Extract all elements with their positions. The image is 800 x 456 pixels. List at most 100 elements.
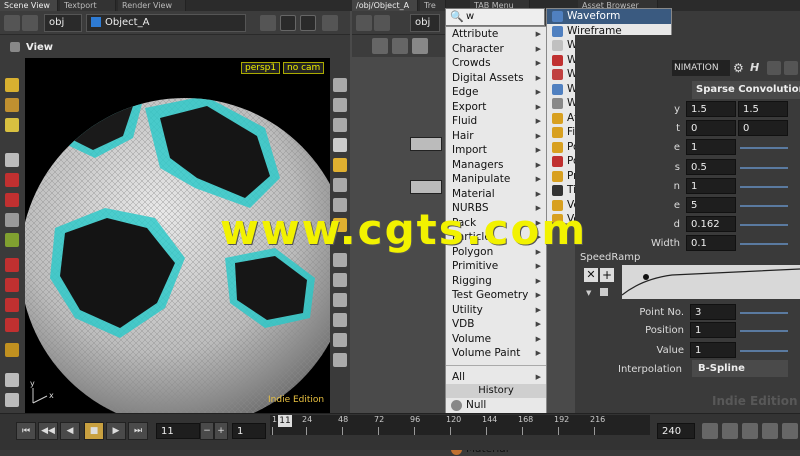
forward-arrow-icon[interactable]	[22, 15, 38, 31]
no-cam-menu[interactable]: no cam	[283, 62, 324, 74]
back-arrow-icon[interactable]	[4, 15, 20, 31]
sphere-shade-icon[interactable]	[333, 138, 347, 152]
menu-item-category[interactable]: Pack▶	[446, 216, 546, 231]
menu-item-category[interactable]: Character▶	[446, 42, 546, 57]
play-reverse-button[interactable]: ◀	[60, 422, 80, 440]
points-icon[interactable]	[333, 253, 347, 267]
menu-item-category[interactable]: Digital Assets▶	[446, 71, 546, 86]
scale-icon[interactable]	[5, 213, 19, 227]
settings-icon[interactable]	[782, 423, 798, 439]
tab-tree[interactable]: Tre	[420, 0, 446, 11]
menu-item-category[interactable]: Polygon▶	[446, 245, 546, 260]
param-field[interactable]: 0.162	[686, 216, 736, 232]
link-icon[interactable]	[280, 15, 296, 31]
menu-item-category[interactable]: VDB▶	[446, 317, 546, 332]
step-back-button[interactable]: ◀◀	[38, 422, 58, 440]
param-field-2[interactable]: 1.5	[738, 101, 788, 117]
tab-render-view[interactable]: Render View	[118, 0, 186, 11]
ghost-icon[interactable]	[333, 218, 347, 232]
curve-snap-icon[interactable]	[5, 298, 19, 312]
stop-button[interactable]: ■	[84, 422, 104, 440]
timeline-ruler[interactable]: 124487296120144168192216 11	[270, 415, 650, 435]
prim-icon[interactable]	[333, 353, 347, 367]
reset-icon[interactable]	[784, 61, 798, 75]
menu-item-category[interactable]: Manipulate▶	[446, 172, 546, 187]
normals-icon[interactable]	[333, 273, 347, 287]
point-no-slider[interactable]	[740, 312, 788, 314]
grid-snap-icon[interactable]	[5, 278, 19, 292]
lock-icon[interactable]	[333, 98, 347, 112]
pointer-icon[interactable]	[5, 153, 19, 167]
scope-icon[interactable]	[722, 423, 738, 439]
ramp-editor[interactable]	[622, 265, 800, 299]
param-field[interactable]: 0	[686, 120, 736, 136]
context-path[interactable]: obj	[44, 14, 82, 32]
param-field[interactable]: 0.5	[686, 159, 736, 175]
snap-icon[interactable]	[5, 258, 19, 272]
net-forward-icon[interactable]	[374, 15, 390, 31]
frame-field[interactable]: 11	[156, 423, 200, 439]
render-icon[interactable]	[5, 393, 19, 407]
handle-tool-icon[interactable]	[5, 118, 19, 132]
position-slider[interactable]	[740, 330, 788, 332]
eye-icon[interactable]	[333, 198, 347, 212]
param-slider[interactable]	[740, 224, 788, 226]
jump-start-button[interactable]: ⏮	[16, 422, 36, 440]
param-slider[interactable]	[740, 205, 788, 207]
add-point-icon[interactable]: +	[600, 268, 614, 282]
menu-item-all[interactable]: All▶	[446, 370, 546, 385]
start-frame-field[interactable]: 1	[232, 423, 266, 439]
net-context-path[interactable]: obj	[410, 14, 440, 32]
frame-increment-button[interactable]: +	[214, 422, 228, 440]
interpolation-menu[interactable]: B-Spline	[692, 360, 788, 377]
key-icon[interactable]	[702, 423, 718, 439]
transform-icon[interactable]	[5, 173, 19, 187]
jump-end-button[interactable]: ⏭	[128, 422, 148, 440]
network-node[interactable]	[410, 180, 442, 194]
split-icon[interactable]	[300, 15, 316, 31]
param-field[interactable]: 5	[686, 197, 736, 213]
param-slider[interactable]	[740, 243, 788, 245]
param-slider[interactable]	[740, 167, 788, 169]
help-icon[interactable]: H	[750, 61, 764, 75]
menu-item-category[interactable]: Attribute▶	[446, 27, 546, 42]
menu-item-category[interactable]: Volume Paint▶	[446, 346, 546, 361]
gear-icon[interactable]: ⚙	[733, 61, 747, 75]
menu-item-category[interactable]: Volume▶	[446, 332, 546, 347]
play-button[interactable]: ▶	[106, 422, 126, 440]
tab-textport[interactable]: Textport	[60, 0, 116, 11]
add-node-icon[interactable]	[372, 38, 388, 54]
ramp-dropdown-icon[interactable]: ▼	[586, 289, 594, 295]
ramp-options-icon[interactable]	[600, 288, 608, 296]
grid-view-icon[interactable]	[412, 38, 428, 54]
audio-icon[interactable]	[762, 423, 778, 439]
face-icon[interactable]	[333, 333, 347, 347]
position-field[interactable]: 1	[690, 322, 736, 338]
menu-item-category[interactable]: Crowds▶	[446, 56, 546, 71]
value-slider[interactable]	[740, 350, 788, 352]
end-frame-field[interactable]: 240	[657, 423, 695, 439]
menu-item-category[interactable]: Material▶	[446, 187, 546, 202]
numbers-icon[interactable]	[333, 313, 347, 327]
shading-icon[interactable]	[333, 118, 347, 132]
menu-item-category[interactable]: NURBS▶	[446, 201, 546, 216]
clock-icon[interactable]	[742, 423, 758, 439]
magnet-icon[interactable]	[5, 318, 19, 332]
pin-display-icon[interactable]	[333, 178, 347, 192]
menu-item-category[interactable]: Rigging▶	[446, 274, 546, 289]
camera-menu[interactable]: persp1	[241, 62, 280, 74]
node-type-field[interactable]: Sparse Convolution N	[692, 81, 800, 99]
pose-icon[interactable]	[5, 233, 19, 247]
menu-item-category[interactable]: Primitive▶	[446, 259, 546, 274]
param-field[interactable]: 0.1	[686, 235, 736, 251]
current-frame-marker[interactable]: 11	[278, 415, 292, 427]
menu-item-category[interactable]: Managers▶	[446, 158, 546, 173]
display-icon[interactable]	[5, 373, 19, 387]
param-slider[interactable]	[740, 147, 788, 149]
pin-icon[interactable]	[260, 15, 276, 31]
menu-item-category[interactable]: Hair▶	[446, 129, 546, 144]
value-field[interactable]: 1	[690, 342, 736, 358]
tab-scene-view[interactable]: Scene View	[0, 0, 58, 11]
tab-obj-path[interactable]: /obj/Object_A	[352, 0, 418, 11]
select-mode-icon[interactable]	[5, 98, 19, 112]
